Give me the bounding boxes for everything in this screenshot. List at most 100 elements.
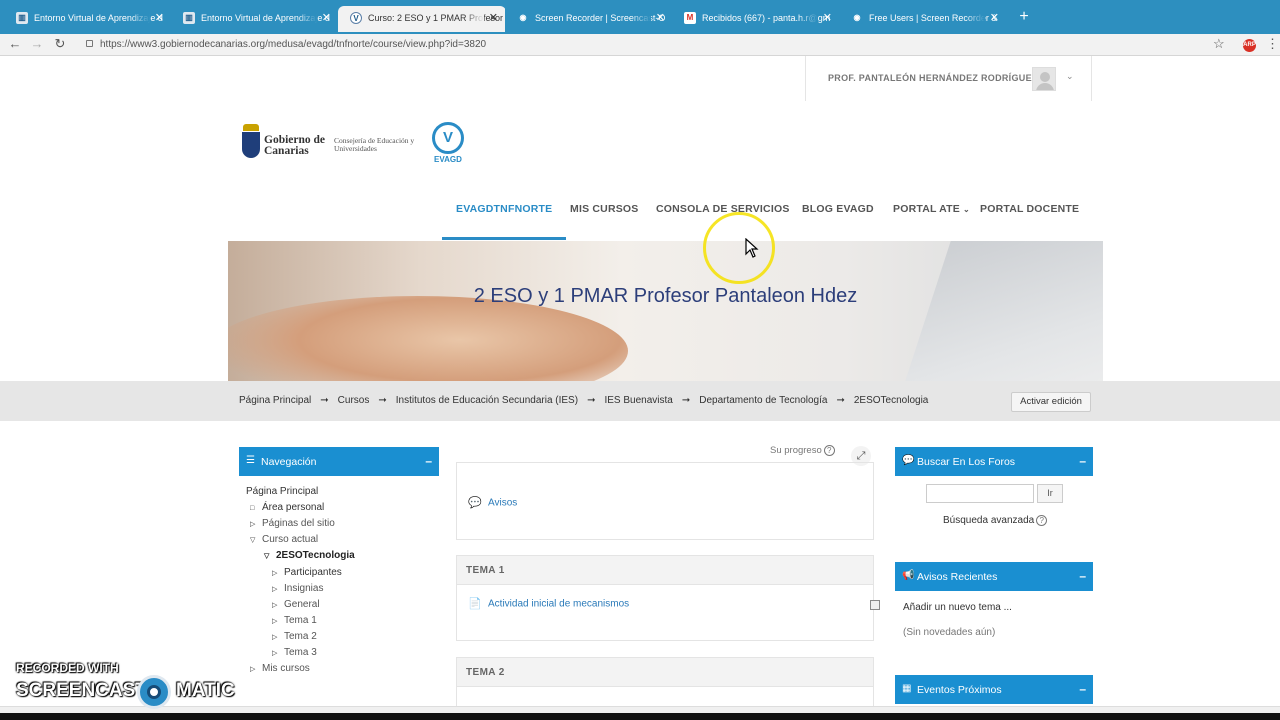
browser-tab-active[interactable]: V Curso: 2 ESO y 1 PMAR Profesor ✕ <box>338 6 506 32</box>
close-tab-icon[interactable]: ✕ <box>990 11 999 24</box>
nav-tree-item[interactable]: Página Principal <box>246 486 318 497</box>
screencast-logo-icon <box>137 675 171 709</box>
comments-icon: 💬 <box>902 455 915 466</box>
user-menu[interactable]: PROF. PANTALEÓN HERNÁNDEZ RODRÍGUEZ ⌄ <box>805 56 1092 101</box>
lock-icon <box>86 40 93 47</box>
reload-icon[interactable]: ↻ <box>52 36 68 52</box>
collapsed-triangle-icon: ▷ <box>272 601 278 609</box>
forum-search-go-button[interactable]: Ir <box>1037 484 1063 503</box>
browser-menu-icon[interactable]: ⋮ <box>1266 36 1279 52</box>
collapse-block-icon[interactable]: – <box>1079 682 1086 696</box>
arrow-right-icon: ➞ <box>836 395 845 406</box>
screencast-favicon-icon: ◉ <box>851 12 863 24</box>
user-name: PROF. PANTALEÓN HERNÁNDEZ RODRÍGUEZ <box>828 73 1038 83</box>
collapse-block-icon[interactable]: – <box>1079 569 1086 583</box>
calendar-icon: ▦ <box>902 683 912 694</box>
megaphone-icon: 📢 <box>902 570 915 581</box>
close-tab-icon[interactable]: ✕ <box>823 11 832 24</box>
address-bar: ← → ↻ https://www3.gobiernodecanarias.or… <box>0 34 1280 56</box>
help-icon[interactable]: ? <box>1036 515 1048 526</box>
advanced-search-link[interactable]: Búsqueda avanzada? <box>943 515 1048 526</box>
nav-tree-item[interactable]: ▷ Páginas del sitio <box>250 518 335 529</box>
nav-tree-item[interactable]: ▷ Mis cursos <box>250 663 310 674</box>
url-field[interactable]: https://www3.gobiernodecanarias.org/medu… <box>84 36 1234 53</box>
browser-tab[interactable]: ◉ Screen Recorder | Screencast-O ✕ <box>505 6 673 32</box>
add-new-topic-link[interactable]: Añadir un nuevo tema ... <box>903 602 1012 613</box>
back-arrow-icon[interactable]: ← <box>7 36 23 51</box>
extension-icon[interactable]: ARP <box>1243 39 1256 52</box>
chevron-down-icon[interactable]: ⌄ <box>1066 71 1074 82</box>
arrow-right-icon: ➞ <box>320 395 329 406</box>
close-tab-icon[interactable]: ✕ <box>656 11 665 24</box>
nav-tree-item[interactable]: ▷ General <box>272 599 320 610</box>
help-icon[interactable]: ? <box>823 445 835 456</box>
collapse-block-icon[interactable]: – <box>425 454 432 468</box>
evagd-favicon-icon: ▥ <box>183 12 195 24</box>
breadcrumb: Página Principal ➞ Cursos ➞ Institutos de Ed… <box>239 395 928 406</box>
nav-portal-ate[interactable]: PORTAL ATE ⌄ <box>893 192 970 240</box>
nav-evagdtnfnorte[interactable]: EVAGDTNFNORTE <box>442 192 567 240</box>
nav-mis-cursos[interactable]: MIS CURSOS <box>570 192 639 240</box>
breadcrumb-link[interactable]: Página Principal <box>239 395 311 406</box>
breadcrumb-link[interactable]: Cursos <box>338 395 370 406</box>
cursor-highlight <box>703 212 775 284</box>
no-news-text: (Sin novedades aún) <box>903 627 996 638</box>
breadcrumb-current[interactable]: 2ESOTecnologia <box>854 395 929 406</box>
collapsed-triangle-icon: ▷ <box>272 585 278 593</box>
forum-search-input[interactable] <box>926 484 1034 503</box>
collapsed-triangle-icon: ▷ <box>272 633 278 641</box>
close-tab-icon[interactable]: ✕ <box>489 11 498 24</box>
navigation-block-header: ☰ Navegación – <box>239 447 439 476</box>
nav-tree-item[interactable]: ▷ Tema 2 <box>272 631 317 642</box>
screencast-favicon-icon: ◉ <box>517 12 529 24</box>
recent-news-block-header: 📢 Avisos Recientes – <box>895 562 1093 591</box>
close-tab-icon[interactable]: ✕ <box>155 11 164 24</box>
nav-blog-evagd[interactable]: BLOG EVAGD <box>802 192 874 240</box>
completion-checkbox[interactable] <box>870 600 880 610</box>
nav-tree-item[interactable]: ▷ Tema 1 <box>272 615 317 626</box>
collapsed-triangle-icon: ▷ <box>272 617 278 625</box>
nav-tree-item[interactable]: □ Área personal <box>250 502 324 513</box>
url-text: https://www3.gobiernodecanarias.org/medu… <box>100 39 487 50</box>
activity-link[interactable]: 📄 Actividad inicial de mecanismos <box>468 597 629 611</box>
arrow-right-icon: ➞ <box>587 395 596 406</box>
nav-tree-item[interactable]: ▷ Tema 3 <box>272 647 317 658</box>
close-tab-icon[interactable]: ✕ <box>322 11 331 24</box>
browser-tab[interactable]: M Recibidos (667) - panta.h.r@gm ✕ <box>672 6 840 32</box>
forum-icon: 💬 <box>468 497 482 509</box>
expanded-triangle-icon: ▽ <box>264 553 270 561</box>
chevron-down-icon: ⌄ <box>962 205 970 214</box>
coat-of-arms-icon <box>241 124 261 158</box>
forum-search-block-header: 💬 Buscar En Los Foros – <box>895 447 1093 476</box>
collapse-block-icon[interactable]: – <box>1079 454 1086 468</box>
forward-arrow-icon[interactable]: → <box>29 36 45 51</box>
nav-portal-docente[interactable]: PORTAL DOCENTE <box>980 192 1079 240</box>
browser-tab[interactable]: ◉ Free Users | Screen Recorder & ✕ <box>839 6 1007 32</box>
expanded-triangle-icon: ▽ <box>250 537 256 545</box>
avatar <box>1032 67 1056 91</box>
activate-editing-button[interactable]: Activar edición <box>1011 392 1091 412</box>
breadcrumb-link[interactable]: Departamento de Tecnología <box>699 395 827 406</box>
bullet-square-icon: □ <box>250 505 255 513</box>
breadcrumb-link[interactable]: Institutos de Educación Secundaria (IES) <box>396 395 578 406</box>
nav-tree-item[interactable]: ▽ Curso actual <box>250 534 318 545</box>
browser-tab-strip: ▥ Entorno Virtual de Aprendizaje d ✕ ▥ E… <box>0 0 1280 34</box>
gobierno-name: Gobierno de Canarias <box>264 134 326 157</box>
progress-indicator: Su progreso? <box>770 445 835 456</box>
browser-tab[interactable]: ▥ Entorno Virtual de Aprendizaje d ✕ <box>171 6 339 32</box>
collapsed-triangle-icon: ▷ <box>250 666 256 674</box>
nav-tree-item[interactable]: ▷ Insignias <box>272 583 323 594</box>
activity-avisos[interactable]: 💬 Avisos <box>468 496 517 510</box>
evagd-logo[interactable]: V EVAGD <box>432 122 466 166</box>
gmail-favicon-icon: M <box>684 12 696 24</box>
block-title: Navegación <box>261 456 317 468</box>
collapsed-triangle-icon: ▷ <box>272 650 278 657</box>
breadcrumb-link[interactable]: IES Buenavista <box>604 395 672 406</box>
arrow-right-icon: ➞ <box>681 395 691 406</box>
new-tab-icon[interactable]: + <box>1016 8 1032 26</box>
section-title: TEMA 1 <box>457 556 873 585</box>
nav-tree-item[interactable]: ▽ 2ESOTecnologia <box>264 550 355 561</box>
bookmark-star-icon[interactable]: ☆ <box>1213 36 1225 52</box>
browser-tab[interactable]: ▥ Entorno Virtual de Aprendizaje d ✕ <box>4 6 172 32</box>
nav-tree-item[interactable]: ▷ Participantes <box>272 567 342 578</box>
